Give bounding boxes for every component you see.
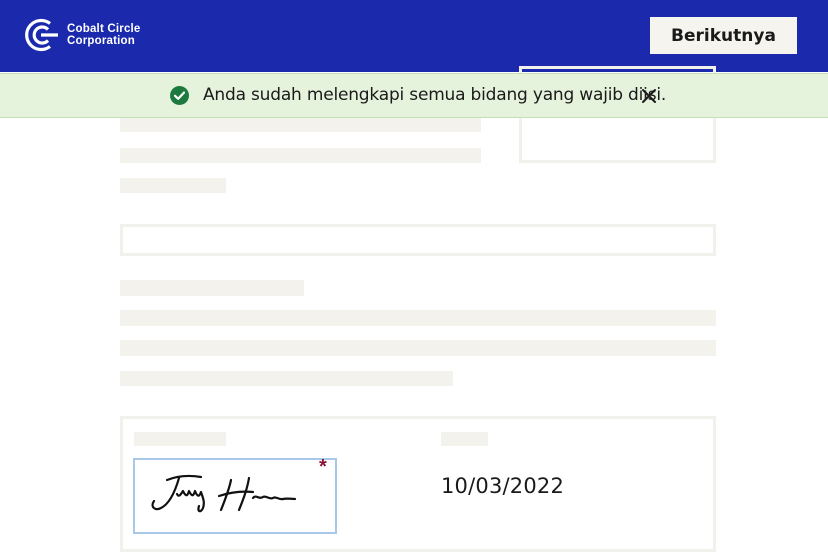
top-bar: Cobalt Circle Corporation Berikutnya xyxy=(0,0,828,72)
placeholder-label xyxy=(441,432,488,446)
company-name-line1: Cobalt Circle xyxy=(67,23,141,35)
toast-close-button[interactable] xyxy=(638,85,660,107)
placeholder-label xyxy=(120,280,304,296)
placeholder-line xyxy=(120,340,716,356)
close-icon xyxy=(642,89,656,103)
required-marker: * xyxy=(319,456,327,478)
check-circle-icon xyxy=(170,86,189,105)
company-name-line2: Corporation xyxy=(67,35,135,47)
placeholder-input xyxy=(120,224,716,256)
placeholder-line xyxy=(120,148,481,163)
success-toast: Anda sudah melengkapi semua bidang yang … xyxy=(0,73,828,118)
toast-message: Anda sudah melengkapi semua bidang yang … xyxy=(203,85,667,105)
next-button[interactable]: Berikutnya xyxy=(650,17,797,54)
placeholder-label xyxy=(134,432,226,446)
placeholder-line xyxy=(120,371,453,386)
date-value: 10/03/2022 xyxy=(441,474,565,498)
placeholder-line xyxy=(120,118,481,132)
placeholder-line xyxy=(120,310,716,326)
circle-logo-icon xyxy=(25,18,58,52)
company-name: Cobalt Circle Corporation xyxy=(67,23,141,47)
handwritten-signature xyxy=(151,474,297,513)
brand: Cobalt Circle Corporation xyxy=(24,17,141,53)
placeholder-line xyxy=(120,178,226,193)
